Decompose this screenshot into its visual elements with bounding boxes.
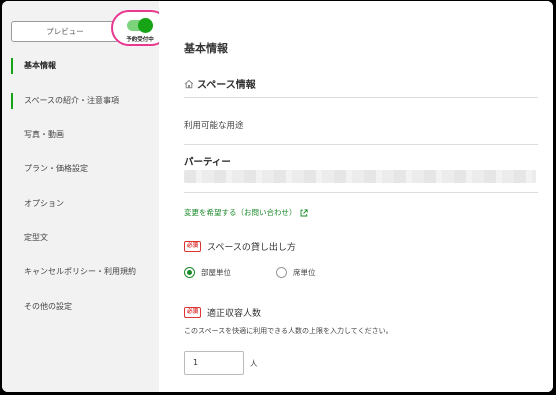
sidebar-item-basic-info[interactable]: 基本情報 — [2, 56, 159, 76]
radio-seat-label[interactable]: 席単位 — [293, 267, 316, 278]
rental-method-row: 必須 スペースの貸し出し方 — [184, 240, 296, 253]
radio-room[interactable] — [184, 267, 195, 278]
redacted-text — [184, 170, 536, 183]
home-icon — [184, 79, 194, 88]
capacity-hint: このスペースを快適に利用できる人数の上限を入力してください。 — [184, 327, 393, 335]
sidebar-item-other[interactable]: その他の設定 — [2, 297, 159, 317]
section-header: スペース情報 — [184, 76, 256, 91]
usage-value: パーティー — [184, 157, 231, 168]
external-link-icon — [300, 208, 308, 216]
divider — [184, 144, 538, 145]
capacity-input[interactable]: 1 — [184, 351, 244, 375]
required-badge: 必須 — [184, 307, 202, 318]
toggle-knob[interactable] — [138, 18, 153, 33]
radio-seat[interactable] — [276, 267, 287, 278]
booking-toggle[interactable] — [127, 18, 153, 33]
sidebar: プレビュー 予約受付中 基本情報 スペースの紹介・注意事項 写真・動画 プラン・… — [2, 1, 169, 392]
change-link-label[interactable]: 変更を希望する（お問い合わせ） — [184, 207, 297, 218]
preview-button[interactable]: プレビュー — [11, 21, 119, 42]
capacity-unit: 人 — [250, 359, 258, 368]
sidebar-item-photos[interactable]: 写真・動画 — [2, 125, 159, 145]
main-content: 基本情報 スペース情報 利用可能な用途 パーティー 変更を希望する（お問い合わせ… — [159, 1, 553, 392]
change-request-link[interactable]: 変更を希望する（お問い合わせ） — [184, 207, 308, 218]
sidebar-item-options[interactable]: オプション — [2, 194, 159, 214]
page-title: 基本情報 — [184, 42, 228, 55]
app-window: プレビュー 予約受付中 基本情報 スペースの紹介・注意事項 写真・動画 プラン・… — [2, 1, 553, 392]
sidebar-item-templates[interactable]: 定型文 — [2, 228, 159, 248]
divider — [184, 97, 538, 98]
radio-room-label[interactable]: 部屋単位 — [201, 267, 231, 278]
section-title: スペース情報 — [197, 80, 256, 91]
sidebar-item-plans[interactable]: プラン・価格設定 — [2, 159, 159, 179]
capacity-row: 必須 適正収容人数 — [184, 306, 261, 319]
capacity-label: 適正収容人数 — [207, 309, 262, 319]
rental-radio-group: 部屋単位 席単位 — [184, 267, 316, 278]
divider — [184, 192, 538, 193]
required-badge: 必須 — [184, 241, 202, 252]
rental-label: スペースの貸し出し方 — [207, 243, 296, 253]
sidebar-item-space-intro[interactable]: スペースの紹介・注意事項 — [2, 91, 159, 111]
usage-label: 利用可能な用途 — [184, 121, 244, 131]
sidebar-item-cancel-policy[interactable]: キャンセルポリシー・利用規約 — [2, 262, 159, 282]
